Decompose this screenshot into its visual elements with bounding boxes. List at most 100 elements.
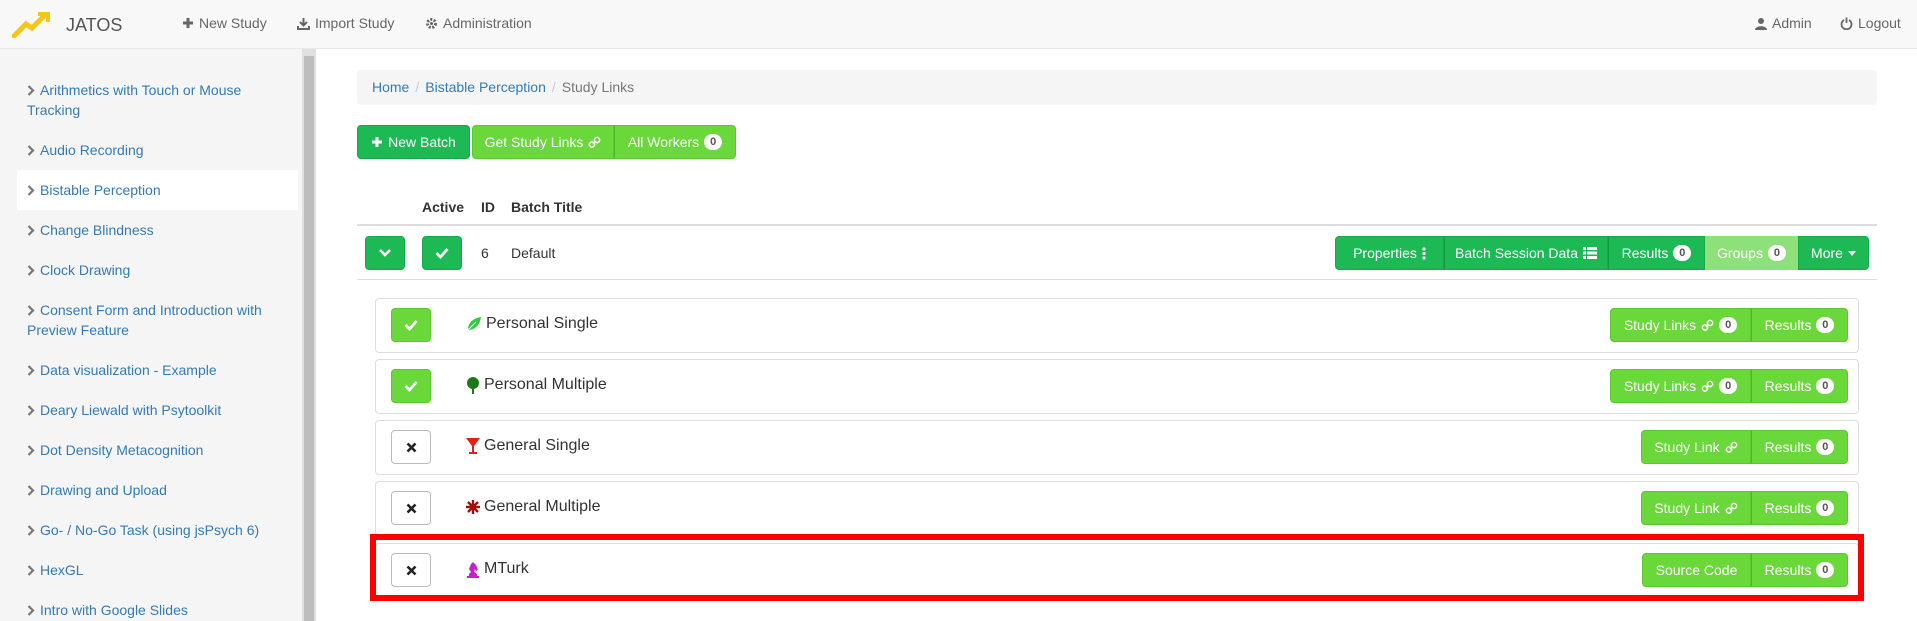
link-icon (588, 136, 601, 148)
tree-icon (467, 376, 479, 394)
chevron-right-icon (27, 445, 35, 456)
get-study-links-button[interactable]: Get Study Links (472, 125, 614, 159)
results-label: Results (1764, 317, 1812, 333)
batch-groups-label: Groups (1717, 245, 1763, 261)
sidebar-item[interactable]: Arithmetics with Touch or Mouse Tracking (17, 80, 298, 120)
batch-groups-button[interactable]: Groups 0 (1705, 236, 1798, 270)
worker-type-results-button[interactable]: Results 0 (1751, 308, 1848, 342)
worker-type-name: General Multiple (484, 498, 601, 515)
sidebar-item[interactable]: Consent Form and Introduction with Previ… (17, 300, 298, 340)
breadcrumb: Home / Bistable Perception / Study Links (357, 70, 1877, 105)
batch-session-data-label: Batch Session Data (1455, 245, 1578, 261)
header-id: ID (481, 199, 495, 215)
sidebar-item-label: Arithmetics with Touch or Mouse Tracking (27, 82, 242, 118)
batch-title: Default (511, 245, 556, 261)
worker-type-results-button[interactable]: Results 0 (1751, 369, 1848, 403)
worker-type-panel: General Single Results 0 Study Link (375, 420, 1859, 475)
sidebar-item[interactable]: HexGL (17, 560, 298, 580)
chevron-right-icon (27, 605, 35, 616)
chevron-right-icon (27, 265, 35, 276)
sidebar-item[interactable]: Go- / No-Go Task (using jsPsych 6) (17, 520, 298, 540)
new-batch-button[interactable]: New Batch (357, 125, 470, 159)
breadcrumb-home[interactable]: Home (372, 79, 409, 95)
all-workers-button[interactable]: All Workers 0 (614, 125, 736, 159)
header-batch-title: Batch Title (511, 199, 583, 215)
results-count-badge: 0 (1816, 378, 1835, 394)
study-link-button[interactable]: Study Link (1641, 491, 1751, 525)
results-label: Results (1764, 439, 1812, 455)
administration-link[interactable]: Administration (425, 15, 532, 31)
user-label: Admin (1772, 15, 1812, 31)
worker-type-name: Personal Single (486, 315, 599, 332)
sidebar-item-label: Change Blindness (40, 222, 154, 238)
link-icon (1725, 441, 1738, 453)
study-link-button[interactable]: Study Link (1641, 430, 1751, 464)
batch-properties-button[interactable]: Properties (1335, 236, 1444, 270)
breadcrumb-separator: / (415, 79, 420, 95)
breadcrumb-separator: / (551, 79, 556, 95)
sidebar-item-label: Bistable Perception (40, 182, 161, 198)
worker-type-active-toggle[interactable] (391, 430, 431, 464)
chevron-down-icon (379, 249, 391, 257)
sidebar-scrollbar-thumb[interactable] (304, 56, 314, 621)
link-icon (1701, 319, 1714, 331)
table-header-divider (357, 224, 1877, 226)
worker-type-name: Personal Multiple (484, 376, 607, 393)
brand[interactable]: JATOS (12, 12, 122, 38)
batch-results-button[interactable]: Results 0 (1608, 236, 1705, 270)
results-count-badge: 0 (1816, 317, 1835, 333)
chevron-right-icon (27, 525, 35, 536)
sidebar-item[interactable]: Dot Density Metacognition (17, 440, 298, 460)
logout-link[interactable]: Logout (1840, 15, 1901, 31)
sidebar-item-label: Go- / No-Go Task (using jsPsych 6) (40, 522, 260, 538)
new-batch-label: New Batch (388, 134, 456, 150)
worker-type-results-button[interactable]: Results 0 (1751, 491, 1848, 525)
study-link-button[interactable]: Study Links 0 (1610, 308, 1751, 342)
worker-type-active-toggle[interactable] (391, 308, 431, 342)
study-link-button[interactable]: Study Links 0 (1610, 369, 1751, 403)
sidebar-item[interactable]: Intro with Google Slides (17, 600, 298, 620)
chevron-right-icon (27, 485, 35, 496)
batch-properties-label: Properties (1353, 245, 1417, 261)
study-link-count-badge: 0 (1719, 317, 1738, 333)
check-icon (435, 248, 449, 259)
administration-label: Administration (443, 15, 532, 31)
sidebar-item[interactable]: Deary Liewald with Psytoolkit (17, 400, 298, 420)
user-menu[interactable]: Admin (1755, 15, 1812, 31)
new-study-label: New Study (199, 15, 267, 31)
import-study-link[interactable]: Import Study (297, 15, 394, 31)
mturk-highlight-frame (370, 534, 1864, 601)
worker-type-title: General Single (466, 437, 590, 455)
chevron-right-icon (27, 145, 35, 156)
import-study-label: Import Study (315, 15, 395, 31)
worker-type-results-button[interactable]: Results 0 (1751, 430, 1848, 464)
sidebar-item[interactable]: Audio Recording (17, 140, 298, 160)
worker-type-title: General Multiple (466, 498, 601, 516)
caret-down-icon (1847, 250, 1856, 256)
sidebar-item[interactable]: Bistable Perception (17, 170, 298, 210)
batch-more-dropdown[interactable]: More (1798, 236, 1869, 270)
sidebar-item[interactable]: Change Blindness (17, 220, 298, 240)
sidebar-item-label: Audio Recording (40, 142, 144, 158)
batch-session-data-button[interactable]: Batch Session Data (1444, 236, 1608, 270)
batch-active-toggle[interactable] (422, 236, 462, 270)
breadcrumb-study[interactable]: Bistable Perception (425, 79, 546, 95)
worker-type-panel: Personal Single Results 0 Study Links 0 (375, 298, 1859, 353)
expand-batch-button[interactable] (365, 236, 405, 270)
import-icon (297, 17, 310, 30)
sidebar-item-label: Dot Density Metacognition (40, 442, 204, 458)
sidebar-item[interactable]: Drawing and Upload (17, 480, 298, 500)
sidebar-item-label: Clock Drawing (40, 262, 131, 278)
study-link-label: Study Links (1623, 317, 1697, 333)
sidebar-item-label: HexGL (40, 562, 84, 578)
sidebar-item[interactable]: Data visualization - Example (17, 360, 298, 380)
link-icon (1725, 502, 1738, 514)
logout-label: Logout (1858, 15, 1901, 31)
batch-row-divider (357, 279, 1877, 280)
worker-type-active-toggle[interactable] (391, 491, 431, 525)
worker-type-active-toggle[interactable] (391, 369, 431, 403)
batch-groups-count-badge: 0 (1767, 245, 1786, 261)
brand-title: JATOS (66, 14, 123, 35)
new-study-link[interactable]: New Study (182, 15, 267, 31)
sidebar-item[interactable]: Clock Drawing (17, 260, 298, 280)
